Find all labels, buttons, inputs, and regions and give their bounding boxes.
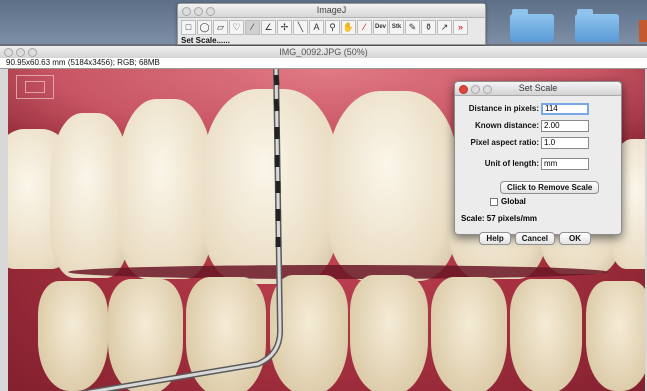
dialog-buttons: Help Cancel OK [455,232,621,245]
known-distance-input[interactable] [541,119,589,132]
pencil-tool-icon[interactable]: ✎ [405,20,420,35]
tool-buttons: □ ◯ ▱ ♡ ⁄ ∠ ✢ ╲ A ⚲ ✋ ⁄ Dev Stk ✎ ⚱ ↗» [178,18,485,35]
close-window-icon[interactable] [4,48,13,57]
angle-tool-icon[interactable]: ∠ [261,20,276,35]
image-info-bar: 90.95x60.63 mm (5184x3456); RGB; 68MB [0,58,647,69]
unit-row: Unit of length: [455,156,621,171]
global-row: Global [455,197,621,206]
folder-icon[interactable] [575,9,619,42]
point-tool-icon[interactable]: ✢ [277,20,292,35]
brush-tool-icon[interactable]: ⚱ [421,20,436,35]
aspect-ratio-row: Pixel aspect ratio: [455,135,621,150]
image-window-titlebar[interactable]: IMG_0092.JPG (50%) [0,46,647,58]
toolbar-window-title: ImageJ [316,5,347,15]
window-controls [4,48,37,57]
window-controls [182,7,215,16]
folder-icon[interactable] [510,9,554,42]
remove-scale-row: Click to Remove Scale [455,177,621,195]
scale-readout: Scale: 57 pixels/mm [461,214,538,223]
imagej-toolbar-window: ImageJ □ ◯ ▱ ♡ ⁄ ∠ ✢ ╲ A ⚲ ✋ ⁄ Dev Stk ✎ ⚱ ↗» Set Scale.… [177,3,486,45]
distance-row: Distance in pixels: [455,101,621,116]
pixel-aspect-ratio-input[interactable] [541,136,589,149]
close-window-icon[interactable] [182,7,191,16]
zoom-dialog-icon[interactable] [483,85,492,94]
aspect-ratio-label: Pixel aspect ratio: [470,138,539,147]
image-window-title: IMG_0092.JPG (50%) [279,47,368,57]
text-tool-icon[interactable]: A [309,20,324,35]
close-dialog-icon[interactable] [459,85,468,94]
global-checkbox[interactable] [490,197,498,206]
unit-label: Unit of length: [484,159,539,168]
zoom-window-icon[interactable] [206,7,215,16]
distance-in-pixels-input[interactable] [541,102,589,115]
rectangle-tool-icon[interactable]: □ [181,20,196,35]
polygon-tool-icon[interactable]: ▱ [213,20,228,35]
remove-scale-button[interactable]: Click to Remove Scale [500,181,600,194]
oval-tool-icon[interactable]: ◯ [197,20,212,35]
dialog-title: Set Scale [518,83,558,93]
window-controls [459,85,492,94]
minimize-window-icon[interactable] [194,7,203,16]
arrow-tool-icon[interactable]: ↗ [437,20,452,35]
stk-tool-icon[interactable]: Stk [389,20,404,35]
ok-button[interactable]: OK [559,232,591,245]
cancel-button[interactable]: Cancel [514,232,555,245]
magnifier-tool-icon[interactable]: ⚲ [325,20,340,35]
minimize-dialog-icon[interactable] [471,85,480,94]
zoom-window-icon[interactable] [28,48,37,57]
known-distance-row: Known distance: [455,118,621,133]
dialog-titlebar[interactable]: Set Scale [455,82,621,96]
set-scale-dialog: Set Scale Distance in pixels: Known dist… [454,81,622,245]
help-button[interactable]: Help [479,232,511,245]
toolbar-window-titlebar[interactable]: ImageJ [178,4,485,18]
unit-of-length-input[interactable] [541,157,589,170]
desktop-file-icon[interactable] [639,20,647,42]
dev-tool-icon[interactable]: Dev [373,20,388,35]
global-label: Global [501,197,526,206]
more-tools-icon[interactable]: » [453,20,468,35]
hand-tool-icon[interactable]: ✋ [341,20,356,35]
line-tool-icon[interactable]: ⁄ [245,20,260,35]
known-distance-label: Known distance: [474,121,539,130]
distance-label: Distance in pixels: [468,104,539,113]
toolbar-status-text: Set Scale...... [181,36,230,45]
minimize-window-icon[interactable] [16,48,25,57]
freehand-tool-icon[interactable]: ♡ [229,20,244,35]
dropper-tool-icon[interactable]: ⁄ [357,20,372,35]
wand-tool-icon[interactable]: ╲ [293,20,308,35]
